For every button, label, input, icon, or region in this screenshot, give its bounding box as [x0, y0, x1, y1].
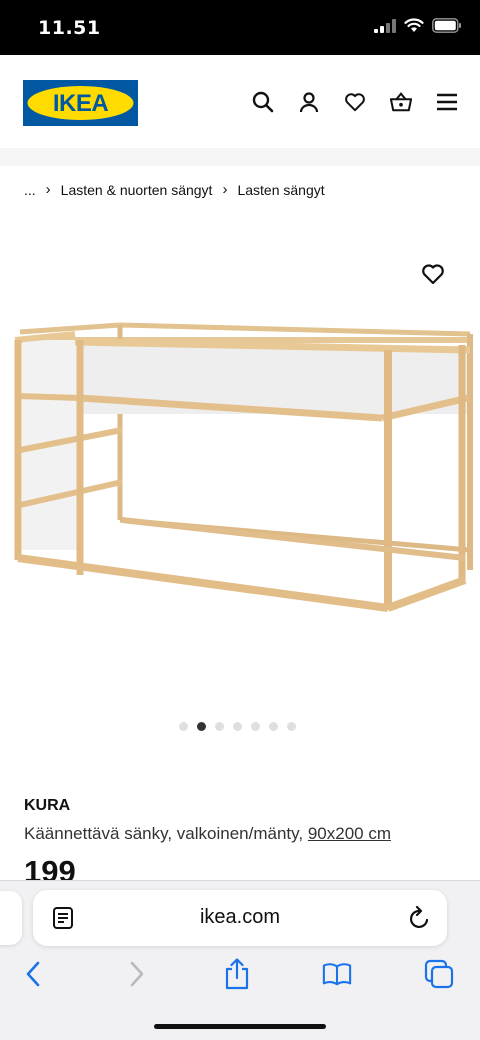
status-icons [374, 18, 462, 33]
breadcrumb-item-children-beds[interactable]: Lasten sängyt [237, 182, 324, 198]
product-dimensions-link[interactable]: 90x200 cm [308, 824, 391, 843]
header-divider [0, 148, 480, 166]
chevron-right-icon: › [45, 181, 51, 198]
logo-text: IKEA [53, 90, 109, 117]
chevron-right-icon: › [222, 181, 228, 198]
battery-icon [432, 18, 461, 33]
forward-icon[interactable] [122, 959, 152, 989]
carousel-dot[interactable] [251, 722, 260, 731]
user-icon[interactable] [298, 91, 320, 113]
product-image[interactable] [0, 310, 480, 630]
carousel-dot[interactable] [197, 722, 206, 731]
carousel-dot[interactable] [215, 722, 224, 731]
ikea-logo[interactable]: IKEA [23, 80, 138, 126]
status-time: 11.51 [38, 17, 101, 39]
carousel-dot[interactable] [179, 722, 188, 731]
tabs-icon[interactable] [424, 959, 454, 989]
image-carousel-dots [179, 722, 296, 731]
wifi-icon [404, 18, 424, 32]
product-description: Käännettävä sänky, valkoinen/mänty, 90x2… [24, 824, 391, 844]
add-to-favourites-heart-icon[interactable] [421, 263, 445, 287]
previous-tab-card[interactable] [0, 891, 22, 945]
menu-icon[interactable] [436, 91, 458, 113]
heart-icon[interactable] [344, 91, 366, 113]
carousel-dot[interactable] [287, 722, 296, 731]
share-icon[interactable] [222, 958, 252, 990]
search-icon[interactable] [252, 91, 274, 113]
product-price: 199 [24, 856, 76, 882]
home-indicator [154, 1024, 326, 1029]
product-description-text: Käännettävä sänky, valkoinen/mänty, [24, 824, 304, 843]
header-icons [252, 91, 458, 113]
browser-chrome: ikea.com [0, 880, 480, 1040]
breadcrumb-item-kids-beds[interactable]: Lasten & nuorten sängyt [61, 182, 213, 198]
site-header: IKEA [0, 55, 480, 150]
signal-icon [374, 18, 396, 33]
address-bar[interactable]: ikea.com [33, 890, 447, 946]
status-bar: 11.51 [0, 0, 480, 55]
breadcrumb-ellipsis[interactable]: ... [24, 182, 36, 198]
reload-icon[interactable] [409, 905, 431, 935]
breadcrumb: ... › Lasten & nuorten sängyt › Lasten s… [24, 181, 325, 198]
browser-toolbar [0, 958, 480, 993]
basket-icon[interactable] [390, 91, 412, 113]
url-text: ikea.com [199, 906, 281, 928]
carousel-dot[interactable] [269, 722, 278, 731]
product-name: KURA [24, 797, 71, 814]
bookmarks-icon[interactable] [322, 959, 352, 989]
carousel-dot[interactable] [233, 722, 242, 731]
back-icon[interactable] [18, 959, 48, 989]
